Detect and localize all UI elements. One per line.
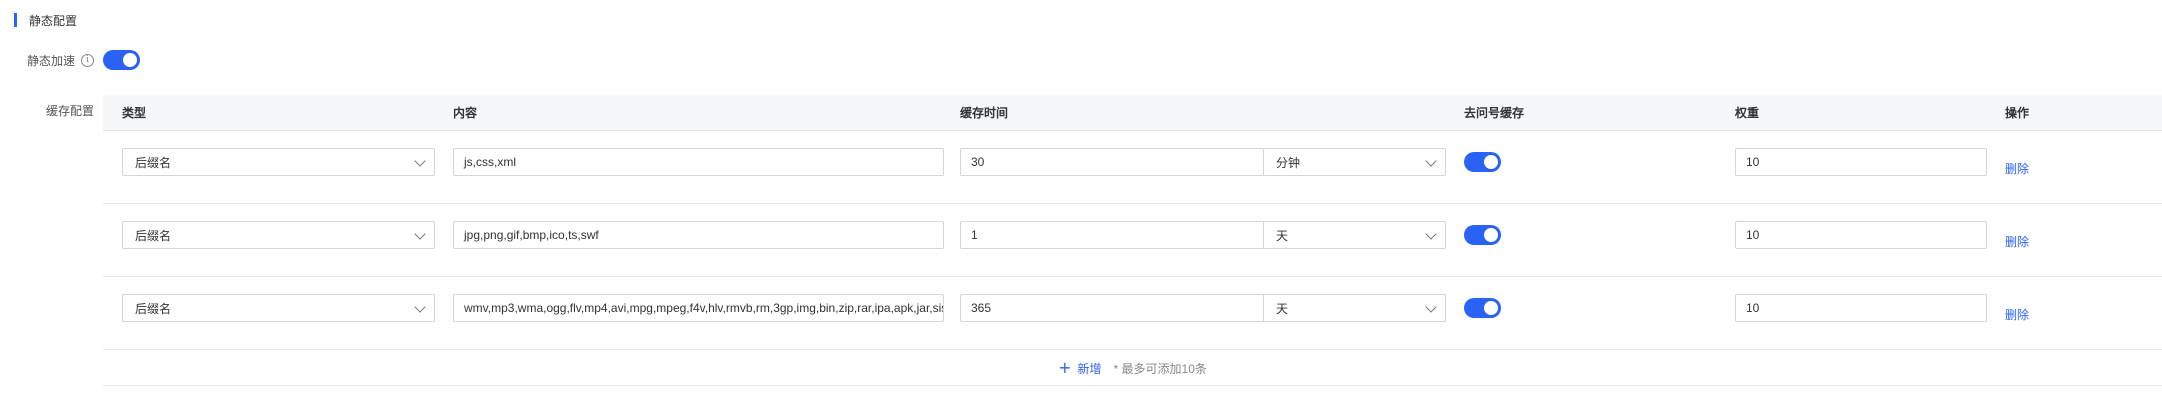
toggle-knob	[1484, 155, 1498, 169]
static-accel-label: 静态加速	[27, 54, 76, 68]
time-unit-select[interactable]: 天	[1264, 294, 1446, 322]
delete-link[interactable]: 删除	[2005, 162, 2029, 176]
delete-link[interactable]: 删除	[2005, 235, 2029, 249]
table-header: 类型 内容 缓存时间 去问号缓存 权重 操作	[103, 95, 2162, 131]
section-accent-bar	[14, 13, 17, 27]
cache-time-input[interactable]: 30	[960, 148, 1264, 176]
toggle-knob	[1484, 301, 1498, 315]
weight-input[interactable]: 10	[1735, 221, 1987, 249]
delete-link[interactable]: 删除	[2005, 308, 2029, 322]
add-row-label: 新增	[1077, 361, 1102, 376]
type-select-value: 后缀名	[135, 155, 172, 170]
type-select[interactable]: 后缀名	[122, 148, 435, 176]
add-row-area: + 新增 * 最多可添加10条	[103, 350, 2162, 386]
type-select-value: 后缀名	[135, 301, 172, 316]
type-select[interactable]: 后缀名	[122, 294, 435, 322]
column-header-weight: 权重	[1735, 106, 1760, 120]
static-accel-row-label: 静态加速 i	[27, 52, 95, 69]
chevron-down-icon	[414, 155, 426, 167]
weight-input[interactable]: 10	[1735, 148, 1987, 176]
plus-icon: +	[1058, 358, 1072, 377]
chevron-down-icon	[1425, 301, 1437, 313]
toggle-knob	[123, 53, 137, 67]
strip-query-toggle[interactable]	[1464, 225, 1501, 245]
content-input[interactable]: wmv,mp3,wma,ogg,flv,mp4,avi,mpg,mpeg,f4v…	[453, 294, 944, 322]
cache-config-label: 缓存配置	[46, 104, 95, 118]
info-icon[interactable]: i	[81, 54, 95, 67]
static-accel-toggle[interactable]	[103, 50, 140, 70]
column-header-action: 操作	[2005, 106, 2030, 120]
table-row: 后缀名 jpg,png,gif,bmp,ico,ts,swf 1 天 10 删除	[103, 204, 2162, 277]
time-unit-value: 分钟	[1276, 155, 1301, 170]
chevron-down-icon	[414, 301, 426, 313]
add-limit-hint: * 最多可添加10条	[1113, 361, 1207, 376]
table-row: 后缀名 wmv,mp3,wma,ogg,flv,mp4,avi,mpg,mpeg…	[103, 277, 2162, 350]
type-select-value: 后缀名	[135, 228, 172, 243]
column-header-cache-time: 缓存时间	[960, 106, 1009, 120]
content-input[interactable]: jpg,png,gif,bmp,ico,ts,swf	[453, 221, 944, 249]
column-header-content: 内容	[453, 106, 478, 120]
cache-time-input[interactable]: 1	[960, 221, 1264, 249]
table-footer: + 新增 * 最多可添加10条	[103, 350, 2162, 386]
weight-input[interactable]: 10	[1735, 294, 1987, 322]
column-header-strip-query: 去问号缓存	[1464, 106, 1525, 120]
toggle-knob	[1484, 228, 1498, 242]
time-unit-value: 天	[1276, 301, 1289, 316]
section-header: 静态配置	[14, 12, 77, 28]
table-row: 后缀名 js,css,xml 30 分钟 10 删除	[103, 131, 2162, 204]
chevron-down-icon	[414, 228, 426, 240]
add-row-button[interactable]: + 新增	[1058, 360, 1101, 377]
chevron-down-icon	[1425, 228, 1437, 240]
type-select[interactable]: 后缀名	[122, 221, 435, 249]
cache-config-table: 类型 内容 缓存时间 去问号缓存 权重 操作 后缀名 js,css,xml 30…	[103, 95, 2162, 386]
chevron-down-icon	[1425, 155, 1437, 167]
cache-time-input[interactable]: 365	[960, 294, 1264, 322]
time-unit-select[interactable]: 天	[1264, 221, 1446, 249]
strip-query-toggle[interactable]	[1464, 298, 1501, 318]
content-input[interactable]: js,css,xml	[453, 148, 944, 176]
time-unit-select[interactable]: 分钟	[1264, 148, 1446, 176]
section-title: 静态配置	[29, 13, 78, 28]
time-unit-value: 天	[1276, 228, 1289, 243]
column-header-type: 类型	[122, 106, 147, 120]
strip-query-toggle[interactable]	[1464, 152, 1501, 172]
